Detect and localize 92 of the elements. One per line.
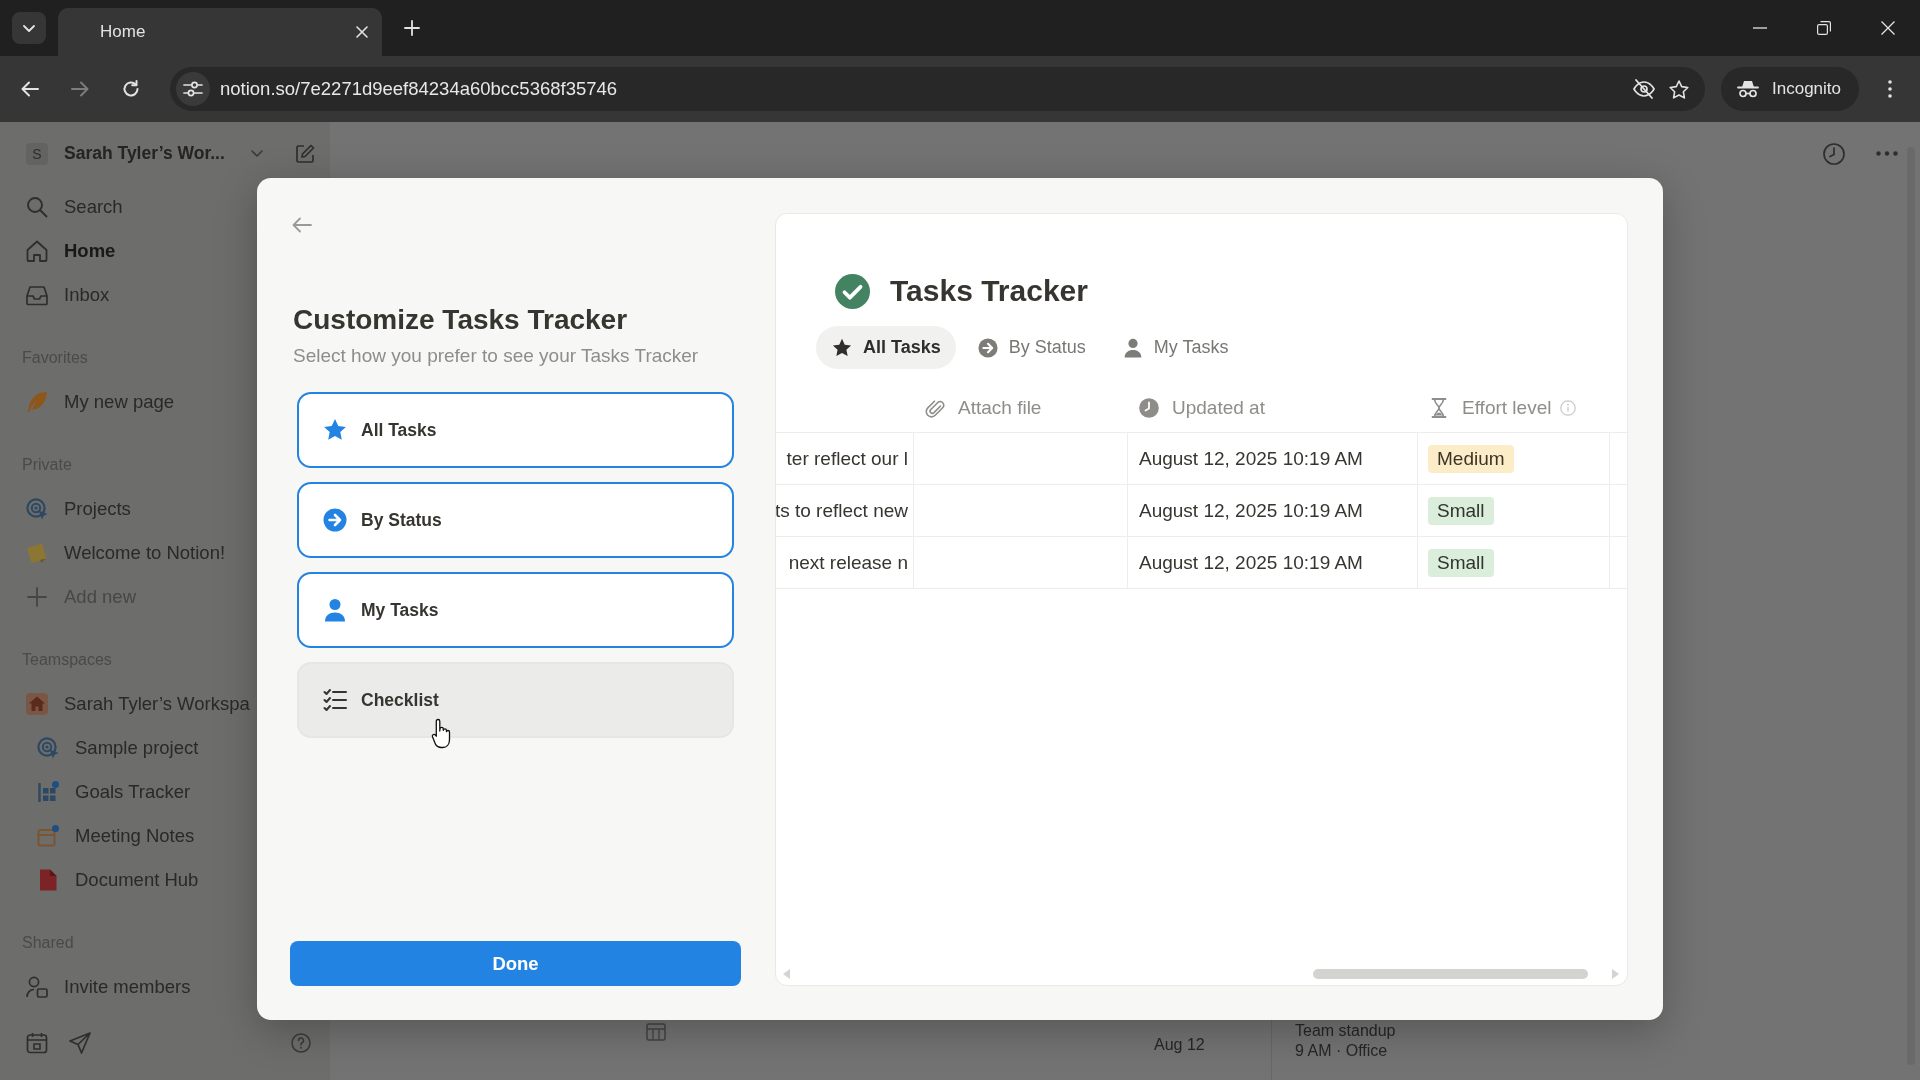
feather-icon — [26, 391, 48, 413]
person-icon — [323, 598, 347, 622]
restore-icon[interactable] — [1817, 21, 1831, 35]
bookmark-star-icon[interactable] — [1669, 79, 1689, 99]
sidebar-item[interactable]: Sample project — [0, 732, 203, 764]
target-icon — [37, 737, 59, 759]
sidebar-item[interactable]: Sarah Tyler’s Workspa — [0, 688, 254, 720]
calendar-icon[interactable] — [26, 1032, 48, 1054]
chevron-down-icon — [23, 24, 35, 32]
date-text: Aug 12 — [1154, 1036, 1205, 1053]
url-text: notion.so/7e2271d9eef84234a60bcc5368f35746 — [220, 78, 618, 100]
column-header[interactable]: Effort level — [1462, 397, 1552, 419]
dialog-subtitle: Select how you prefer to see your Tasks Tracker — [293, 345, 700, 367]
effort-tag: Medium — [1428, 444, 1514, 473]
table-cell-text: ter reflect our l — [785, 446, 909, 471]
person-icon — [1122, 337, 1143, 358]
checklist-icon — [323, 688, 347, 712]
house-icon — [26, 693, 48, 715]
plus-icon — [26, 586, 48, 608]
table-cell: August 12, 2025 10:19 AM — [1127, 537, 1417, 588]
star-icon — [323, 418, 347, 442]
back-arrow-icon[interactable] — [292, 217, 312, 233]
inbox-icon — [26, 284, 48, 306]
document-icon — [37, 869, 59, 891]
menu-icon[interactable] — [1888, 80, 1892, 98]
paperclip-icon — [925, 398, 945, 418]
target-icon — [26, 498, 48, 520]
chevron-down-icon[interactable] — [250, 150, 263, 157]
more-icon[interactable] — [1876, 151, 1898, 156]
sidebar-item[interactable]: Welcome to Notion! — [0, 537, 230, 569]
clock-icon — [1139, 398, 1159, 418]
reload-icon[interactable] — [122, 80, 140, 98]
event-detail: 9 AM · Office — [1295, 1041, 1389, 1061]
scrollbar-thumb[interactable] — [1313, 969, 1588, 979]
info-icon[interactable] — [1560, 400, 1577, 416]
sticky-note-icon — [26, 542, 48, 564]
view-option[interactable]: All Tasks — [297, 392, 734, 468]
calendar-icon — [37, 825, 59, 847]
arrow-circle-icon — [323, 508, 347, 532]
address-bar[interactable]: notion.so/7e2271d9eef84234a60bcc5368f35746 — [170, 67, 1705, 111]
clock-icon[interactable] — [1823, 142, 1845, 165]
view-option[interactable]: My Tasks — [297, 572, 734, 648]
profile-button[interactable]: Incognito — [1721, 67, 1859, 111]
site-info-button[interactable] — [176, 72, 210, 106]
table-cell: August 12, 2025 10:19 AM — [1127, 485, 1417, 536]
edit-icon[interactable] — [295, 143, 315, 164]
person-icon — [26, 976, 48, 998]
eye-off-icon[interactable] — [1633, 79, 1655, 99]
forward-icon[interactable] — [71, 81, 89, 97]
arrow-circle-icon — [977, 337, 998, 358]
grid-icon — [37, 781, 59, 803]
send-icon[interactable] — [69, 1032, 91, 1054]
sidebar-item[interactable]: Document Hub — [0, 864, 203, 896]
view-tab[interactable]: All Tasks — [816, 326, 956, 369]
effort-tag: Small — [1428, 496, 1494, 525]
column-header[interactable]: Attach file — [958, 397, 1042, 419]
nav-item[interactable]: Inbox — [0, 279, 114, 311]
tab-search-button[interactable] — [12, 12, 46, 44]
nav-item[interactable]: Search — [0, 191, 127, 223]
browser-tab[interactable]: Home — [58, 8, 382, 56]
column-header[interactable]: Updated at — [1172, 397, 1265, 419]
done-button[interactable]: Done — [290, 941, 741, 986]
check-circle-icon — [835, 273, 870, 309]
view-tab[interactable]: My Tasks — [1106, 326, 1244, 369]
event-title: Team standup — [1295, 1021, 1396, 1041]
sidebar-item[interactable]: Invite members — [0, 971, 195, 1003]
sidebar-item[interactable]: Meeting Notes — [0, 820, 199, 852]
back-icon[interactable] — [21, 81, 39, 97]
star-icon — [832, 337, 852, 358]
hourglass-icon — [1429, 398, 1449, 418]
table-cell-text: next release n — [787, 550, 909, 575]
database-title: Tasks Tracker — [890, 273, 1088, 309]
tune-icon — [183, 81, 203, 97]
sidebar-item[interactable]: Goals Tracker — [0, 776, 195, 808]
view-tab[interactable]: By Status — [961, 326, 1101, 369]
close-icon[interactable] — [1881, 21, 1895, 35]
sidebar-item[interactable]: My new page — [0, 386, 179, 418]
search-icon — [26, 196, 48, 218]
sidebar-item[interactable]: Projects — [0, 493, 135, 525]
incognito-icon — [1737, 80, 1759, 98]
view-option[interactable]: By Status — [297, 482, 734, 558]
close-icon[interactable] — [356, 26, 368, 38]
table-cell: August 12, 2025 10:19 AM — [1127, 433, 1417, 484]
house-icon — [26, 240, 48, 262]
plus-icon[interactable] — [404, 20, 420, 36]
table-icon — [646, 1023, 666, 1041]
nav-item[interactable]: Home — [0, 235, 120, 267]
effort-tag: Small — [1428, 548, 1494, 577]
help-icon[interactable] — [291, 1033, 311, 1053]
table-cell-text: ts to reflect new — [776, 498, 909, 523]
workspace-name[interactable]: Sarah Tyler’s Wor... — [64, 143, 225, 164]
dialog-title: Customize Tasks Tracker — [293, 304, 629, 336]
